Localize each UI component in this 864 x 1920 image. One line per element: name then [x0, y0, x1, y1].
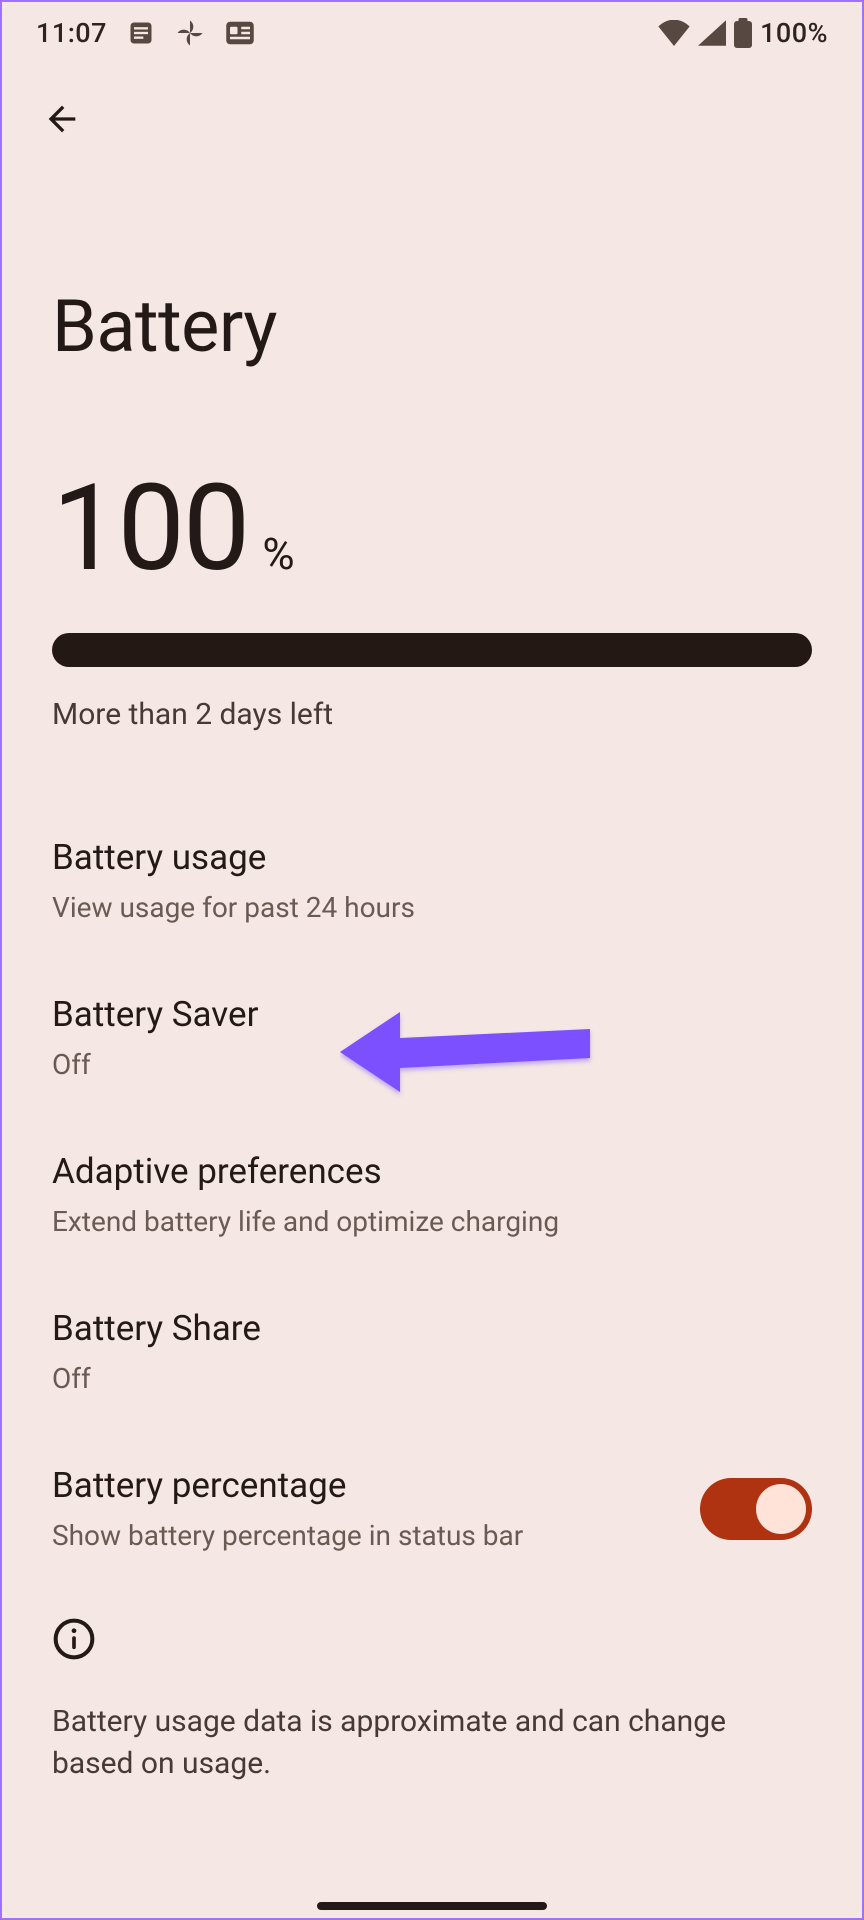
battery-icon: [734, 18, 752, 48]
pref-subtitle: Off: [52, 1046, 812, 1084]
page-title: Battery: [2, 174, 862, 369]
pref-subtitle: Extend battery life and optimize chargin…: [52, 1203, 812, 1241]
status-bar: 11:07 100%: [2, 2, 862, 64]
status-battery-percent: 100%: [760, 17, 828, 49]
battery-percentage-toggle[interactable]: [700, 1478, 812, 1540]
status-time: 11:07: [36, 17, 107, 49]
pref-subtitle: Show battery percentage in status bar: [52, 1517, 686, 1555]
battery-level-bar: [52, 633, 812, 667]
info-text: Battery usage data is approximate and ca…: [52, 1701, 812, 1785]
arrow-back-icon: [42, 99, 82, 139]
app-bar: [2, 64, 862, 174]
battery-level-summary: 100 % More than 2 days left: [2, 369, 862, 732]
pref-adaptive-preferences[interactable]: Adaptive preferences Extend battery life…: [2, 1116, 862, 1273]
info-icon: [52, 1617, 96, 1661]
pref-title: Battery Saver: [52, 991, 812, 1038]
pref-title: Battery Share: [52, 1305, 812, 1352]
battery-level-number: 100: [52, 459, 248, 599]
wifi-icon: [658, 20, 690, 46]
pref-battery-usage[interactable]: Battery usage View usage for past 24 hou…: [2, 802, 862, 959]
toggle-knob: [756, 1484, 806, 1534]
back-button[interactable]: [32, 89, 92, 149]
info-section: Battery usage data is approximate and ca…: [2, 1587, 862, 1815]
preference-list: Battery usage View usage for past 24 hou…: [2, 802, 862, 1587]
pref-battery-percentage[interactable]: Battery percentage Show battery percenta…: [2, 1430, 862, 1587]
google-photos-icon: [175, 18, 205, 48]
messages-icon: [127, 19, 155, 47]
battery-level-unit: %: [262, 528, 294, 580]
google-news-icon: [225, 20, 255, 46]
pref-battery-share[interactable]: Battery Share Off: [2, 1273, 862, 1430]
battery-estimate: More than 2 days left: [52, 697, 812, 732]
pref-battery-saver[interactable]: Battery Saver Off: [2, 959, 862, 1116]
pref-subtitle: Off: [52, 1360, 812, 1398]
cellular-icon: [698, 20, 726, 46]
pref-title: Battery percentage: [52, 1462, 686, 1509]
pref-title: Battery usage: [52, 834, 812, 881]
gesture-handle[interactable]: [317, 1902, 547, 1910]
pref-title: Adaptive preferences: [52, 1148, 812, 1195]
pref-subtitle: View usage for past 24 hours: [52, 889, 812, 927]
